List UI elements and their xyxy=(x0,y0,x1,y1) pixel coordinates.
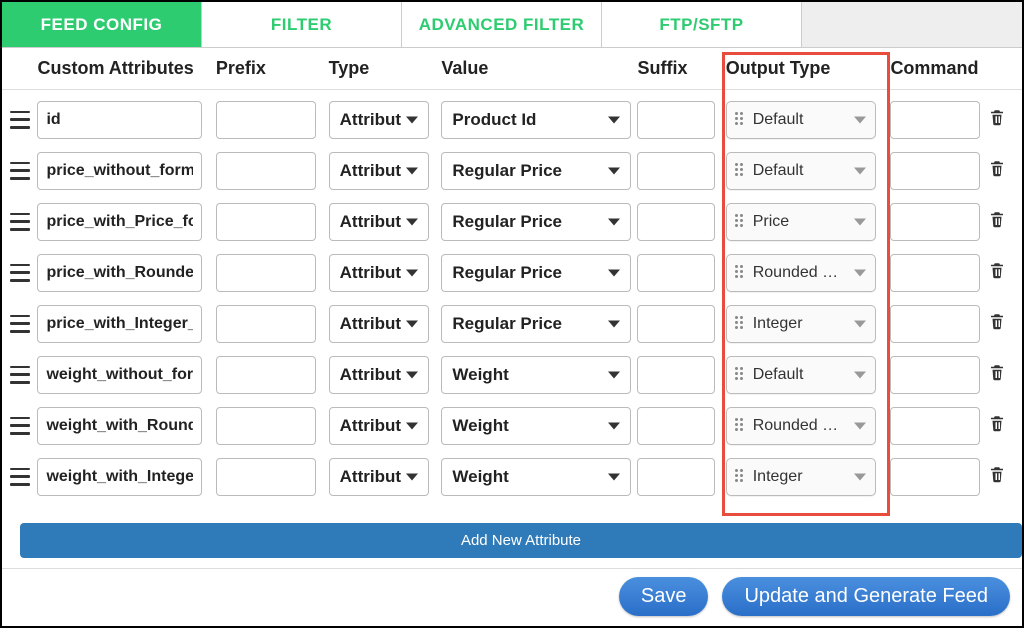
command-input[interactable] xyxy=(890,458,980,496)
custom-attribute-input[interactable] xyxy=(37,407,202,445)
prefix-input[interactable] xyxy=(216,356,316,394)
suffix-input[interactable] xyxy=(637,458,715,496)
value-select[interactable]: Weight xyxy=(441,356,631,394)
output-type-select[interactable]: Default xyxy=(726,152,876,190)
update-generate-button[interactable]: Update and Generate Feed xyxy=(722,577,1010,616)
col-output-type: Output Type xyxy=(726,58,891,79)
tab-filter[interactable]: FILTER xyxy=(202,2,402,47)
table-row: Attribut Regular Price Default xyxy=(2,145,1022,196)
command-input[interactable] xyxy=(890,254,980,292)
value-select[interactable]: Regular Price xyxy=(441,152,631,190)
save-button[interactable]: Save xyxy=(619,577,709,616)
trash-icon[interactable] xyxy=(988,412,1006,434)
prefix-input[interactable] xyxy=(216,407,316,445)
add-new-attribute-button[interactable]: Add New Attribute xyxy=(20,523,1022,558)
output-type-select[interactable]: Price xyxy=(726,203,876,241)
suffix-input[interactable] xyxy=(637,152,715,190)
suffix-input[interactable] xyxy=(637,356,715,394)
value-select[interactable]: Product Id xyxy=(441,101,631,139)
col-type: Type xyxy=(329,58,442,79)
table-row: Attribut Regular Price Rounded Price xyxy=(2,247,1022,298)
trash-icon[interactable] xyxy=(988,208,1006,230)
table-row: Attribut Weight Rounded Price xyxy=(2,400,1022,451)
prefix-input[interactable] xyxy=(216,305,316,343)
command-input[interactable] xyxy=(890,407,980,445)
command-input[interactable] xyxy=(890,305,980,343)
trash-icon[interactable] xyxy=(988,463,1006,485)
custom-attribute-input[interactable] xyxy=(37,101,202,139)
trash-icon[interactable] xyxy=(988,361,1006,383)
drag-handle-icon[interactable] xyxy=(10,264,30,282)
table-row: Attribut Product Id Default xyxy=(2,94,1022,145)
col-prefix: Prefix xyxy=(216,58,329,79)
output-type-select[interactable]: Default xyxy=(726,356,876,394)
command-input[interactable] xyxy=(890,203,980,241)
suffix-input[interactable] xyxy=(637,101,715,139)
drag-handle-icon[interactable] xyxy=(10,315,30,333)
suffix-input[interactable] xyxy=(637,305,715,343)
col-value: Value xyxy=(441,58,637,79)
column-headers: Custom Attributes Prefix Type Value Suff… xyxy=(2,48,1022,90)
output-type-select[interactable]: Rounded Price xyxy=(726,254,876,292)
table-row: Attribut Regular Price Integer xyxy=(2,298,1022,349)
suffix-input[interactable] xyxy=(637,407,715,445)
command-input[interactable] xyxy=(890,356,980,394)
value-select[interactable]: Regular Price xyxy=(441,254,631,292)
value-select[interactable]: Regular Price xyxy=(441,203,631,241)
drag-handle-icon[interactable] xyxy=(10,213,30,231)
drag-handle-icon[interactable] xyxy=(10,162,30,180)
rows-area: Attribut Product Id Default xyxy=(2,90,1022,515)
value-select[interactable]: Weight xyxy=(441,407,631,445)
custom-attribute-input[interactable] xyxy=(37,458,202,496)
prefix-input[interactable] xyxy=(216,203,316,241)
type-select[interactable]: Attribut xyxy=(329,203,429,241)
custom-attribute-input[interactable] xyxy=(37,152,202,190)
tab-ftp-sftp[interactable]: FTP/SFTP xyxy=(602,2,802,47)
trash-icon[interactable] xyxy=(988,157,1006,179)
output-type-select[interactable]: Integer xyxy=(726,458,876,496)
value-select[interactable]: Regular Price xyxy=(441,305,631,343)
prefix-input[interactable] xyxy=(216,254,316,292)
prefix-input[interactable] xyxy=(216,152,316,190)
custom-attribute-input[interactable] xyxy=(37,305,202,343)
type-select[interactable]: Attribut xyxy=(329,101,429,139)
footer: Save Update and Generate Feed xyxy=(2,568,1022,626)
type-select[interactable]: Attribut xyxy=(329,254,429,292)
output-type-select[interactable]: Default xyxy=(726,101,876,139)
col-command: Command xyxy=(890,58,988,79)
drag-handle-icon[interactable] xyxy=(10,417,30,435)
suffix-input[interactable] xyxy=(637,203,715,241)
tab-feed-config[interactable]: FEED CONFIG xyxy=(2,2,202,47)
drag-handle-icon[interactable] xyxy=(10,111,30,129)
tab-advanced-filter[interactable]: ADVANCED FILTER xyxy=(402,2,602,47)
table-row: Attribut Weight Integer xyxy=(2,451,1022,502)
custom-attribute-input[interactable] xyxy=(37,356,202,394)
tabs: FEED CONFIG FILTER ADVANCED FILTER FTP/S… xyxy=(2,2,1022,48)
suffix-input[interactable] xyxy=(637,254,715,292)
trash-icon[interactable] xyxy=(988,310,1006,332)
custom-attribute-input[interactable] xyxy=(37,254,202,292)
col-suffix: Suffix xyxy=(637,58,725,79)
output-type-select[interactable]: Integer xyxy=(726,305,876,343)
value-select[interactable]: Weight xyxy=(441,458,631,496)
output-type-select[interactable]: Rounded Price xyxy=(726,407,876,445)
custom-attribute-input[interactable] xyxy=(37,203,202,241)
type-select[interactable]: Attribut xyxy=(329,305,429,343)
drag-handle-icon[interactable] xyxy=(10,468,30,486)
trash-icon[interactable] xyxy=(988,106,1006,128)
command-input[interactable] xyxy=(890,101,980,139)
prefix-input[interactable] xyxy=(216,101,316,139)
command-input[interactable] xyxy=(890,152,980,190)
type-select[interactable]: Attribut xyxy=(329,407,429,445)
table-row: Attribut Weight Default xyxy=(2,349,1022,400)
type-select[interactable]: Attribut xyxy=(329,152,429,190)
table-row: Attribut Regular Price Price xyxy=(2,196,1022,247)
prefix-input[interactable] xyxy=(216,458,316,496)
type-select[interactable]: Attribut xyxy=(329,458,429,496)
drag-handle-icon[interactable] xyxy=(10,366,30,384)
trash-icon[interactable] xyxy=(988,259,1006,281)
col-custom-attributes: Custom Attributes xyxy=(37,58,215,79)
type-select[interactable]: Attribut xyxy=(329,356,429,394)
